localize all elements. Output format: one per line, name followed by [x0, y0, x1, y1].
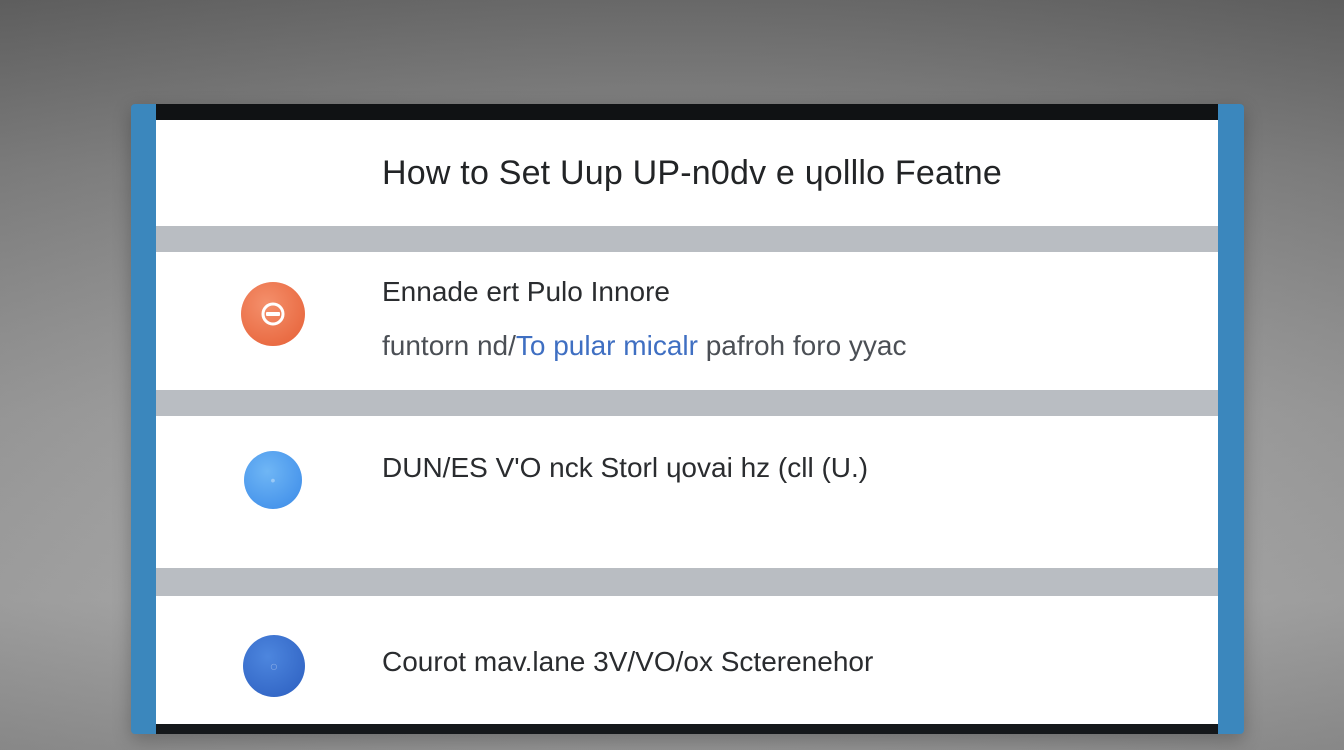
step-1-subtitle: funtorn nd/To pular micalr pafroh foro y…: [382, 330, 907, 362]
step-item-2[interactable]: • DUN/ES V'O nck Storl ɥovai hz (cll (U.…: [156, 416, 1218, 568]
circle-icon: ○: [243, 635, 305, 697]
page-header: How to Set Uup UP-n0dv e ɥolllo Featne: [156, 120, 1218, 226]
settings-screen: How to Set Uup UP-n0dv e ɥolllo Featne E…: [156, 104, 1218, 734]
circle-icon-mark: ○: [269, 658, 279, 674]
top-bezel: [156, 104, 1218, 120]
step-2-title: DUN/ES V'O nck Storl ɥovai hz (cll (U.): [382, 452, 869, 483]
step-3-title: Courot mav.lane 3V/VO/ox Scterenehor: [382, 646, 874, 677]
badge-icon: [241, 282, 305, 346]
step-1-title: Ennade ert Pulo Innore: [382, 276, 670, 307]
circle-icon-mark: •: [270, 472, 276, 488]
step-item-3[interactable]: ○ Courot mav.lane 3V/VO/ox Scterenehor: [156, 596, 1218, 724]
circle-icon: •: [244, 451, 302, 509]
badge-icon-glyph: [261, 302, 285, 326]
step-item-1[interactable]: Ennade ert Pulo Innore funtorn nd/To pul…: [156, 252, 1218, 390]
page-title: How to Set Uup UP-n0dv e ɥolllo Featne: [382, 153, 1002, 192]
bottom-bezel: [156, 724, 1218, 734]
step-1-subtitle-rest: pafroh foro yyac: [697, 330, 907, 361]
step-1-subtitle-plain: funtorn nd/: [382, 330, 516, 361]
step-1-subtitle-link[interactable]: To pular micalr: [516, 330, 698, 361]
